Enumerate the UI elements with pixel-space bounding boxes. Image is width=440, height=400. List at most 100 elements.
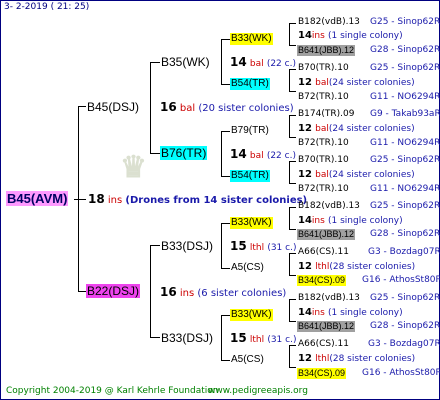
gen4-mid-ins-7: lthl [315, 354, 330, 364]
gen2-a-node[interactable]: B35(WK) [160, 55, 211, 69]
gen4-top-0[interactable]: B182(vdB).13 [298, 18, 360, 27]
gen2-c-note: (31 c.) [267, 243, 297, 253]
gen2-c-count: 15 [230, 239, 247, 253]
gen4-mid-count-2: 12 [298, 123, 312, 134]
gen3-node-3[interactable]: B54(TR) [230, 170, 270, 182]
gen4-mid-ins-6: ins [311, 308, 325, 318]
gen2-b-ins: bal [249, 151, 264, 161]
root-info: 18 ins (Drones from 14 sister colonies) [88, 193, 307, 206]
gen2-d-ins: lthl [249, 335, 265, 345]
gen3-node-2[interactable]: B79(TR) [230, 125, 270, 137]
gen4-top-2[interactable]: B174(TR).09 [298, 110, 354, 119]
gen4-top-6[interactable]: B182(vdB).13 [298, 294, 360, 303]
gen2-b-info: 14 bal (22 c.) [230, 148, 296, 161]
gen4-top-id-5: G3 - Bozdag07R [368, 247, 440, 257]
gen4-mid-count-3: 12 [298, 169, 312, 180]
gen2-c-info: 15 lthl (31 c.) [230, 240, 296, 253]
gen4-bot-id-6: G28 - Sinop62R [370, 321, 440, 331]
gen4-mid-count-7: 12 [298, 353, 312, 364]
gen2-a-info: 14 bal (22 c.) [230, 56, 296, 69]
gen1-upper-node[interactable]: B45(DSJ) [86, 100, 140, 114]
gen4-top-id-6: G25 - Sinop62R [370, 293, 440, 303]
gen1-upper-ins: bal [179, 103, 196, 114]
gen4-mid-note-2: (24 sister colonies) [328, 124, 415, 134]
gen2-d-count: 15 [230, 331, 247, 345]
gen1-upper-note: (20 sister colonies) [198, 103, 294, 114]
gen3-node-7[interactable]: A5(CS) [230, 354, 265, 366]
root-count: 18 [88, 192, 105, 206]
gen4-mid-note-6: (1 single colony) [328, 308, 403, 318]
gen4-bot-7[interactable]: B34(CS).09 [297, 368, 347, 379]
gen4-mid-2: 12 bal(24 sister colonies) [298, 124, 415, 134]
gen3-node-6[interactable]: B33(WK) [230, 309, 273, 321]
gen4-mid-1: 12 bal(24 sister colonies) [298, 78, 415, 88]
gen4-mid-note-4: (1 single colony) [328, 216, 403, 226]
gen4-mid-count-6: 14 [298, 307, 312, 318]
gen4-mid-ins-1: bal [315, 78, 329, 88]
gen3-node-1[interactable]: B54(TR) [230, 78, 270, 90]
gen4-mid-4: 14ins (1 single colony) [298, 216, 403, 226]
gen4-mid-count-0: 14 [298, 30, 312, 41]
gen4-top-3[interactable]: B70(TR).10 [298, 156, 349, 165]
header-date: 3- 2-2019 ( 21: 25) [4, 2, 90, 12]
gen4-top-id-7: G3 - Bozdag07R [368, 339, 440, 349]
gen4-mid-ins-5: lthl [315, 262, 330, 272]
gen4-mid-note-1: (24 sister colonies) [328, 78, 415, 88]
gen4-bot-0[interactable]: B641(JBB).12 [297, 45, 356, 56]
footer-url[interactable]: www.pedigreeapis.org [208, 387, 308, 396]
gen4-mid-count-5: 12 [298, 261, 312, 272]
gen2-c-node[interactable]: B33(DSJ) [160, 239, 214, 253]
gen4-mid-ins-2: bal [315, 124, 329, 134]
gen4-top-7[interactable]: A66(CS).11 [298, 340, 349, 349]
gen4-bot-6[interactable]: B641(JBB).12 [297, 321, 356, 332]
gen4-bot-id-7: G16 - AthosSt80R [362, 368, 440, 378]
gen4-mid-ins-4: ins [311, 216, 325, 226]
gen4-bot-2[interactable]: B72(TR).10 [298, 139, 349, 148]
gen4-mid-0: 14ins (1 single colony) [298, 31, 403, 41]
gen1-lower-note: (6 sister colonies) [197, 288, 287, 299]
gen4-bot-4[interactable]: B641(JBB).12 [297, 229, 356, 240]
gen4-top-id-2: G9 - Takab93aR [370, 109, 440, 119]
gen4-mid-7: 12 lthl(28 sister colonies) [298, 354, 415, 364]
gen3-node-0[interactable]: B33(WK) [230, 33, 273, 45]
root-note: (Drones from 14 sister colonies) [125, 195, 308, 206]
gen4-bot-3[interactable]: B72(TR).10 [298, 185, 349, 194]
footer-copyright: Copyright 2004-2019 @ Karl Kehrle Founda… [6, 386, 219, 396]
gen2-d-info: 15 lthl (31 c.) [230, 332, 296, 345]
gen4-top-id-3: G25 - Sinop62R [370, 155, 440, 165]
gen2-a-ins: bal [249, 59, 264, 69]
gen1-lower-info: 16 ins (6 sister colonies) [160, 286, 286, 299]
gen4-mid-6: 14ins (1 single colony) [298, 308, 403, 318]
gen2-d-note: (31 c.) [267, 335, 297, 345]
gen4-bot-1[interactable]: B72(TR).10 [298, 93, 349, 102]
gen4-bot-id-1: G11 - NO6294R [370, 92, 440, 102]
gen4-mid-count-1: 12 [298, 77, 312, 88]
gen4-bot-id-4: G28 - Sinop62R [370, 229, 440, 239]
gen4-top-4[interactable]: B182(vdB).13 [298, 202, 360, 211]
watermark: ♛ [120, 150, 147, 185]
gen4-bot-id-2: G11 - NO6294R [370, 138, 440, 148]
gen4-mid-3: 12 bal(24 sister colonies) [298, 170, 415, 180]
gen2-d-node[interactable]: B33(DSJ) [160, 331, 214, 345]
root-node[interactable]: B45(AVM) [6, 191, 69, 206]
gen1-lower-ins: ins [179, 288, 195, 299]
gen2-a-note: (22 c.) [266, 59, 296, 69]
gen4-bot-id-0: G28 - Sinop62R [370, 45, 440, 55]
gen4-top-1[interactable]: B70(TR).10 [298, 64, 349, 73]
gen3-node-4[interactable]: B33(WK) [230, 217, 273, 229]
gen1-upper-count: 16 [160, 100, 177, 114]
gen4-top-id-4: G25 - Sinop62R [370, 201, 440, 211]
gen4-mid-5: 12 lthl(28 sister colonies) [298, 262, 415, 272]
gen4-top-5[interactable]: A66(CS).11 [298, 248, 349, 257]
gen2-a-count: 14 [230, 55, 247, 69]
gen1-lower-node[interactable]: B22(DSJ) [86, 284, 141, 298]
gen4-mid-note-3: (24 sister colonies) [328, 170, 415, 180]
gen4-bot-5[interactable]: B34(CS).09 [297, 275, 347, 286]
gen4-mid-note-0: (1 single colony) [328, 31, 403, 41]
gen4-mid-count-4: 14 [298, 215, 312, 226]
gen2-c-ins: lthl [249, 243, 265, 253]
gen3-node-5[interactable]: A5(CS) [230, 262, 265, 274]
gen1-lower-count: 16 [160, 285, 177, 299]
gen2-b-node[interactable]: B76(TR) [160, 146, 208, 160]
gen4-mid-note-7: (28 sister colonies) [329, 354, 416, 364]
